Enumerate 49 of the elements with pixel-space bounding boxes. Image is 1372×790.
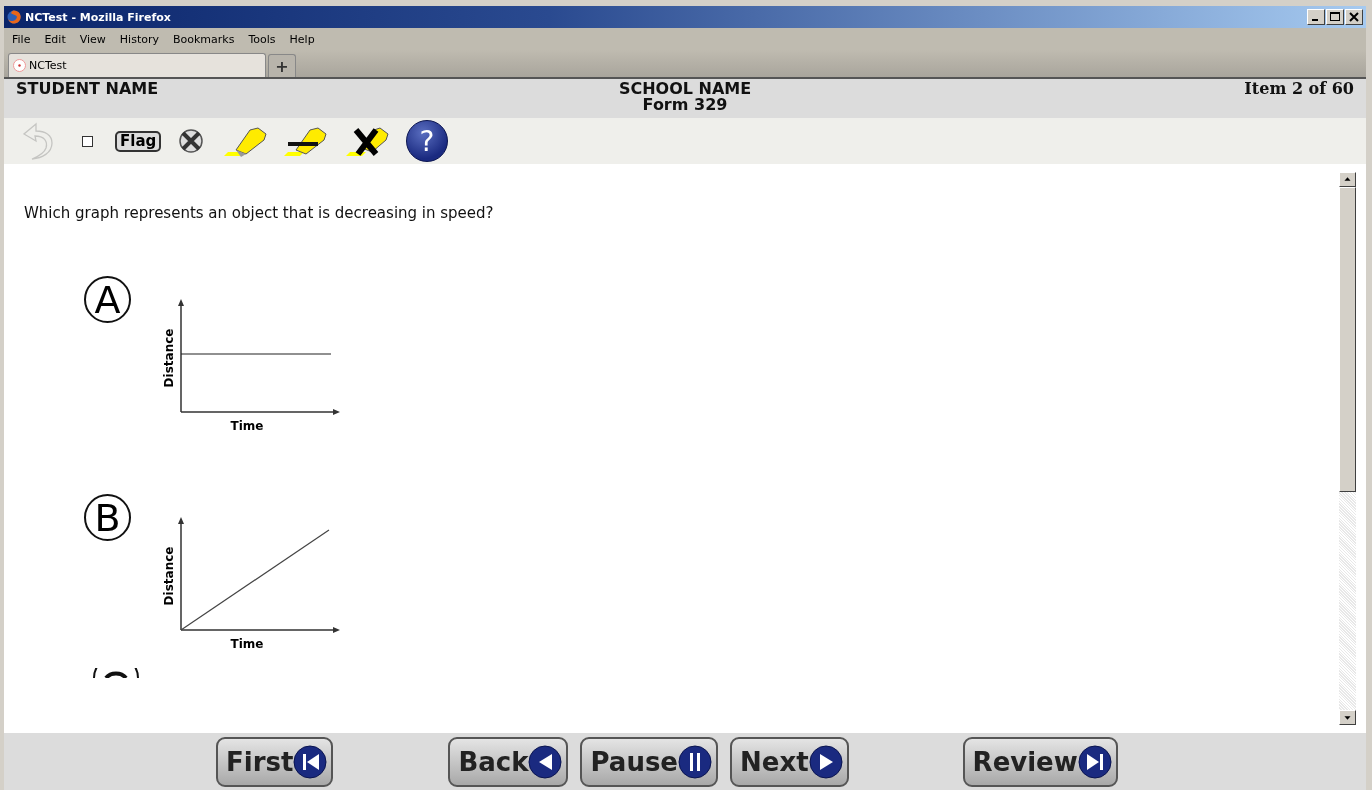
scroll-thumb[interactable]	[1339, 187, 1356, 492]
option-letter[interactable]: B	[84, 494, 131, 541]
window-title: NCTest - Mozilla Firefox	[25, 10, 172, 24]
mark-checkbox[interactable]	[82, 135, 93, 147]
first-icon	[293, 744, 328, 779]
new-tab-button[interactable]: +	[268, 54, 296, 77]
student-name: STUDENT NAME	[16, 81, 160, 100]
nav-button[interactable]: Pause	[580, 736, 718, 787]
page-icon	[13, 59, 26, 72]
pause-icon	[678, 744, 712, 779]
menu-item[interactable]: File	[12, 32, 31, 46]
nav-button[interactable]: Review	[962, 736, 1118, 787]
back-icon	[528, 744, 563, 779]
menu-item[interactable]: Edit	[44, 32, 66, 46]
maximize-icon[interactable]	[1326, 9, 1344, 25]
option-circle-icon	[92, 668, 140, 678]
form-number: Form 329	[642, 97, 728, 113]
x-highlighter-icon[interactable]	[346, 124, 390, 158]
menu-item[interactable]: History	[119, 32, 159, 46]
flag-button[interactable]: Flag	[115, 130, 162, 152]
eliminate-icon[interactable]	[178, 128, 204, 154]
close-icon[interactable]	[1345, 9, 1363, 25]
highlighter-icon[interactable]	[224, 124, 268, 158]
menu-item[interactable]: Tools	[248, 32, 276, 46]
axis-label: Distance	[162, 546, 176, 606]
menu-item[interactable]: Bookmarks	[173, 32, 235, 46]
browser-tab[interactable]: NCTest	[8, 53, 266, 77]
tab-label: NCTest	[29, 59, 67, 72]
nav-button[interactable]: Back	[448, 736, 569, 787]
question-text: Which graph represents an object that is decreasing in speed?	[24, 204, 495, 222]
strikethrough-highlighter-icon[interactable]	[284, 124, 328, 158]
help-button[interactable]: ?	[406, 120, 448, 162]
nav-button[interactable]: Next	[730, 736, 849, 787]
next-icon	[808, 744, 843, 779]
browser-logo-icon	[7, 10, 21, 24]
scrollbar[interactable]	[1339, 172, 1356, 725]
scroll-down-icon[interactable]	[1339, 710, 1356, 725]
option-letter[interactable]: A	[84, 276, 131, 323]
axis-label: Time	[230, 419, 264, 433]
axis-label: Time	[230, 637, 264, 651]
minimize-icon[interactable]	[1307, 9, 1325, 25]
nav-button[interactable]: First	[216, 736, 334, 787]
menu-item[interactable]: Help	[289, 32, 315, 46]
menu-item[interactable]: View	[79, 32, 106, 46]
review-icon	[1077, 744, 1112, 779]
school-name: SCHOOL NAME	[618, 81, 752, 97]
axis-label: Distance	[162, 328, 176, 388]
item-counter: Item 2 of 60	[1244, 81, 1354, 100]
scroll-up-icon[interactable]	[1339, 172, 1356, 187]
